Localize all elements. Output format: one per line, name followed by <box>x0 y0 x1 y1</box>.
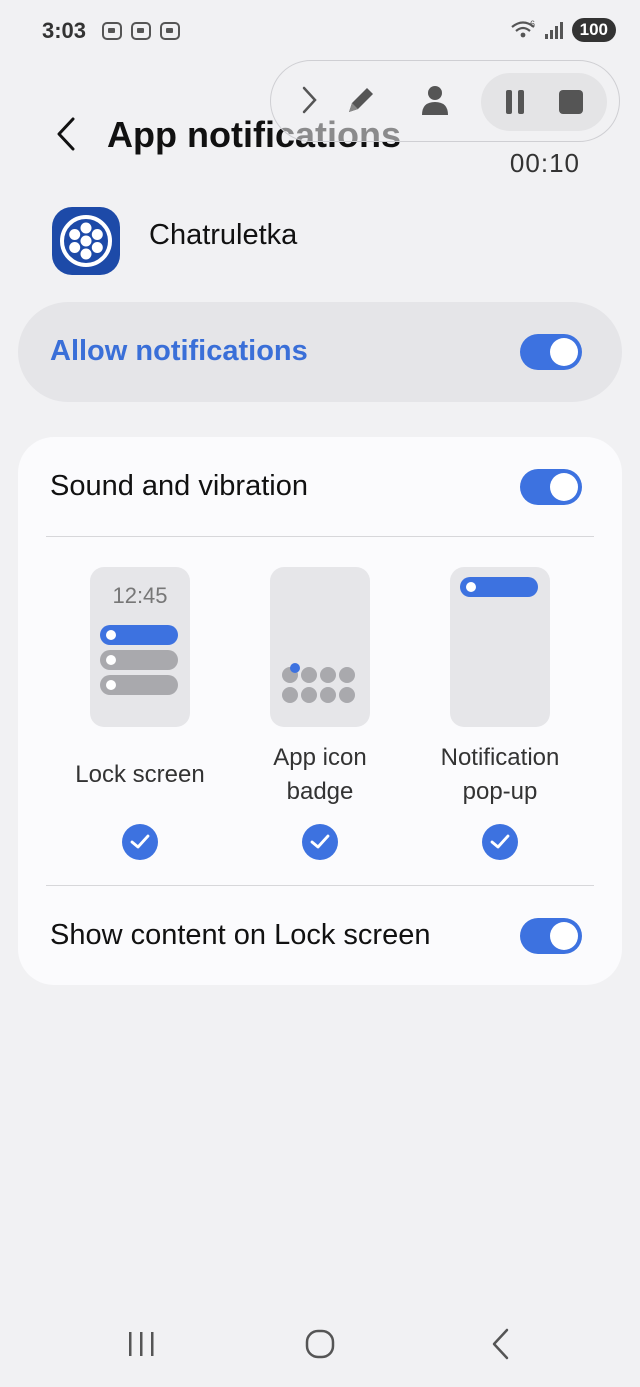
person-icon <box>422 86 448 115</box>
app-icon-badge-label: App icon badge <box>273 744 367 805</box>
sound-vibration-label: Sound and vibration <box>50 470 308 502</box>
recording-timer: 00:10 <box>509 148 580 178</box>
screen-recorder-toolbar <box>270 60 620 142</box>
recent-apps-button[interactable] <box>111 1322 171 1366</box>
preview-popup-bar <box>460 577 538 597</box>
preview-notification-bar <box>100 650 178 670</box>
divider <box>46 885 594 886</box>
show-content-toggle[interactable] <box>520 918 582 954</box>
selfie-video-button[interactable] <box>415 80 455 120</box>
check-icon <box>310 834 330 849</box>
home-icon <box>305 1329 335 1359</box>
sound-vibration-toggle[interactable] <box>520 469 582 505</box>
battery-indicator: 100 <box>571 18 616 42</box>
pencil-icon <box>349 88 373 112</box>
back-arrow-icon <box>492 1328 509 1360</box>
screenshot-icon <box>131 22 151 40</box>
screenshot-icon <box>102 22 122 40</box>
recents-icon <box>129 1332 154 1356</box>
status-right: 6 100 <box>510 18 616 42</box>
app-name: Chatruletka <box>149 219 298 251</box>
expand-button[interactable] <box>289 80 329 120</box>
notification-settings-card: Sound and vibration 12:45 Lock screen Ap… <box>18 437 622 985</box>
cellular-signal-icon <box>544 22 563 39</box>
notification-popup-preview[interactable] <box>450 567 550 727</box>
preview-time: 12:45 <box>112 583 168 608</box>
app-icon-badge-checkbox[interactable] <box>302 824 338 860</box>
allow-notifications-row[interactable]: Allow notifications <box>18 302 622 402</box>
preview-notification-bar <box>100 675 178 695</box>
stop-button[interactable] <box>551 82 591 122</box>
notification-popup-label: Notification pop-up <box>440 744 560 805</box>
home-button[interactable] <box>290 1322 350 1366</box>
stop-icon <box>559 90 583 114</box>
back-button[interactable] <box>46 112 86 156</box>
app-icon-badge-preview[interactable] <box>270 567 370 727</box>
wifi-icon: 6 <box>510 19 535 38</box>
allow-notifications-label: Allow notifications <box>50 335 308 367</box>
lock-screen-preview[interactable]: 12:45 <box>90 567 190 727</box>
allow-notifications-toggle[interactable] <box>520 334 582 370</box>
status-notification-icons <box>102 22 180 40</box>
chatruletka-logo-icon <box>60 215 112 267</box>
status-time: 3:03 <box>42 18 87 43</box>
chevron-left-icon <box>57 117 75 151</box>
preview-badge-dot <box>290 663 300 673</box>
lock-screen-checkbox[interactable] <box>122 824 158 860</box>
app-icon <box>52 207 120 275</box>
pause-icon <box>506 90 524 114</box>
screenshot-icon <box>160 22 180 40</box>
nav-back-button[interactable] <box>470 1322 530 1366</box>
draw-button[interactable] <box>341 80 381 120</box>
check-icon <box>130 834 150 849</box>
divider <box>46 536 594 537</box>
notification-popup-checkbox[interactable] <box>482 824 518 860</box>
chevron-right-icon <box>302 86 317 114</box>
lock-screen-label: Lock screen <box>75 761 205 788</box>
show-content-label: Show content on Lock screen <box>50 919 431 951</box>
preview-notification-bar <box>100 625 178 645</box>
recording-controls <box>481 73 607 131</box>
pause-button[interactable] <box>495 82 535 122</box>
signal-label: 6 <box>530 19 535 29</box>
check-icon <box>490 834 510 849</box>
